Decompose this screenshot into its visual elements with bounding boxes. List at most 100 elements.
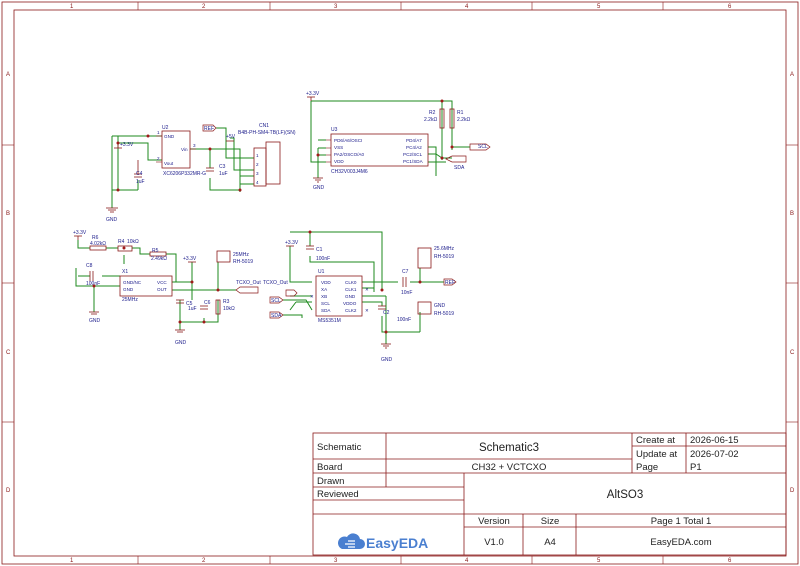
c6-ref: C6 [204,300,211,306]
tb-size-value: A4 [544,537,556,548]
u3-pin-pc4: PC4/A2 [406,145,422,150]
r4-value: 10kΩ [127,239,139,245]
tb-update-label: Update at [636,449,678,460]
gnd-osc-1: GND [89,318,101,324]
cn1-pin-1: 1 [256,153,259,158]
zone-row-c-right: C [790,350,795,356]
u3-pin-vss: VSS [334,145,343,150]
zone-col-3-bottom: 3 [334,558,338,564]
tb-create-label: Create at [636,435,675,446]
ref-flag-synth: REF [445,280,455,286]
title-block: Schematic Schematic3 Board CH32 + VCTCXO… [312,432,787,556]
u1-part: MS5351M [318,318,341,324]
r4-ref: R4 [118,239,125,245]
u3-part: CH32V003J4M6 [331,169,368,175]
scl-flag-mcu: SCL [478,144,488,150]
zone-col-1-top: 1 [70,4,74,10]
tb-board-name: CH32 + VCTCXO [472,462,547,473]
r2-value: 2.2kΩ [424,117,437,123]
u3-pin-pc1: PC1/SDA [403,159,424,164]
tb-create-date: 2026-06-15 [690,435,739,446]
gnd-osc-2: GND [175,340,187,346]
scl-flag-synth: SCL [271,298,281,304]
c2-value: 100nF [397,317,411,323]
tb-update-date: 2026-07-02 [690,449,739,460]
cn1-ref: CN1 [259,123,269,129]
u1-noconnect-clk1: ✕ [365,287,369,292]
u1-pin-xa: XA [321,287,328,292]
tcxo-in-label: TCXO_Out [263,280,288,286]
r3-value: 10kΩ [223,306,235,312]
conn-256mhz-part: RH-5019 [434,254,454,260]
tb-schematic-name: Schematic3 [479,442,539,454]
rail-3v3-osc-vcc: +3.3V [183,256,197,262]
u3-pin-pd4: PD4/A7 [406,138,422,143]
x1-pin-gndnc: GND/NC [123,280,142,285]
gnd-regulator: GND [106,217,118,223]
tb-page-label: Page [636,462,658,473]
zone-col-6-bottom: 6 [728,558,732,564]
outer-border [1,1,799,565]
x1-pin-gnd: GND [123,287,134,292]
zone-col-2-top: 2 [202,4,206,10]
u2-pin-num-1: 1 [157,130,160,135]
u2-pin-vout: Vout [164,161,174,166]
tb-page-total: Page 1 Total 1 [651,516,712,527]
u1-pin-clk1: CLK1 [345,287,357,292]
c1-value: 100nF [316,256,330,262]
c7-value: 10nF [401,290,412,296]
c7-ref: C7 [402,269,409,275]
schematic-canvas: 1 2 3 4 5 6 1 2 3 4 5 6 A B C D A B C D [1,1,799,565]
tb-page-value: P1 [690,462,702,473]
u1-pin-gnd: GND [345,294,356,299]
u2-part: XC6206P332MR-G [163,171,206,177]
cn1-pin-4: 4 [256,180,259,185]
sda-flag-synth: SDA [271,313,282,319]
zone-row-d-left: D [6,488,11,494]
r1-value: 2.2kΩ [457,117,470,123]
cn1-pin-2: 2 [256,162,259,167]
easyeda-logo: EasyEDA [338,533,428,551]
rail-3v3-regulator: +3.3V [120,142,134,148]
cn1-pin-3: 3 [256,171,259,176]
zone-col-3-top: 3 [334,4,338,10]
tb-schematic-label: Schematic [317,442,362,453]
tb-version-label: Version [478,516,510,527]
c1-ref: C1 [316,247,323,253]
tcxo-out-flag: TCXO_Out [236,280,261,286]
tb-size-label: Size [541,516,559,527]
conn-256mhz-body [417,247,432,269]
sda-flag-mcu: SDA [454,165,465,171]
zone-col-4-bottom: 4 [465,558,469,564]
zone-col-6-top: 6 [728,4,732,10]
u1-pin-sda: SDA [321,308,331,313]
conn-gnd-label: GND [434,303,446,309]
synth-block: +3.3V C1 100nF TCXO_Out U1 VDD XA XB SCL… [263,230,457,363]
x1-body [119,275,173,297]
tb-project-name: AltSO3 [607,489,643,501]
u3-ref: U3 [331,127,338,133]
tb-version-value: V1.0 [484,537,504,548]
conn-25mhz-body [216,250,231,263]
schematic-sheet: { "app": "EasyEDA", "zones": { "columns"… [0,0,800,566]
x1-ref: X1 [122,269,128,275]
u1-ref: U1 [318,269,325,275]
mcu-block: +3.3V U3 PD6/A6/OSCI VSS PA2/OSCO/A0 VDD… [306,91,491,191]
zone-col-5-top: 5 [597,4,601,10]
x1-pin-out: OUT [157,287,167,292]
u1-pin-clk0: CLK0 [345,280,357,285]
u3-pin-vdd: VDD [334,159,344,164]
c2-ref: C2 [383,310,390,316]
u2-pin-vin: Vin [181,147,188,152]
tb-reviewed-label: Reviewed [317,489,359,500]
regulator-block: U2 GND Vin Vout 1 3 2 XC6206P332MR-G C4 … [106,123,296,223]
c4-value: 1uF [136,179,145,185]
zone-row-a-right: A [790,72,794,78]
r6-value: 4.02kΩ [90,241,106,247]
logo-text: EasyEDA [366,535,428,551]
u3-pin-pa2: PA2/OSCO/A0 [334,152,364,157]
cn1-part: B4B-PH-SM4-TB(LF)(SN) [238,130,296,136]
conn-256mhz-freq: 25.6MHz [434,246,455,252]
tb-drawn-label: Drawn [317,476,344,487]
u1-pin-vddo: VDDO [343,301,357,306]
